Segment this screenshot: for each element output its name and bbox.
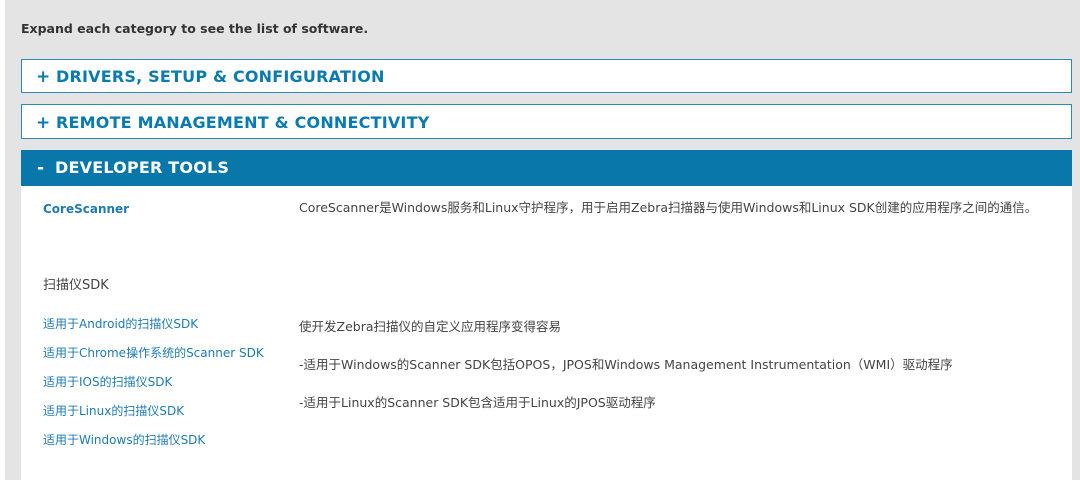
sdk-description: 使开发Zebra扫描仪的自定义应用程序变得容易	[299, 319, 561, 334]
accordion-title: DRIVERS, SETUP & CONFIGURATION	[56, 67, 385, 86]
accordion-remote-management-connectivity[interactable]: + REMOTE MANAGEMENT & CONNECTIVITY	[21, 104, 1072, 139]
corescanner-link[interactable]: CoreScanner	[43, 202, 129, 216]
expand-plus-icon: +	[36, 113, 51, 133]
expand-plus-icon: +	[36, 67, 51, 87]
sdk-link-windows[interactable]: 适用于Windows的扫描仪SDK	[43, 431, 205, 448]
accordion-developer-tools[interactable]: - DEVELOPER TOOLS	[21, 150, 1072, 186]
intro-text: Expand each category to see the list of …	[21, 21, 369, 36]
sdk-description-linux: -适用于Linux的Scanner SDK包含适用于Linux的JPOS驱动程序	[299, 395, 656, 410]
software-panel: Expand each category to see the list of …	[5, 0, 1080, 480]
accordion-title: DEVELOPER TOOLS	[55, 158, 230, 177]
sdk-link-linux[interactable]: 适用于Linux的扫描仪SDK	[43, 402, 184, 419]
accordion-title: REMOTE MANAGEMENT & CONNECTIVITY	[56, 113, 430, 132]
sdk-link-ios[interactable]: 适用于IOS的扫描仪SDK	[43, 373, 172, 390]
corescanner-description: CoreScanner是Windows服务和Linux守护程序，用于启用Zebr…	[299, 200, 1038, 215]
developer-tools-content: CoreScanner CoreScanner是Windows服务和Linux守…	[21, 186, 1072, 480]
collapse-minus-icon: -	[37, 158, 45, 178]
sdk-link-chrome-os[interactable]: 适用于Chrome操作系统的Scanner SDK	[43, 344, 264, 361]
accordion-drivers-setup-configuration[interactable]: + DRIVERS, SETUP & CONFIGURATION	[21, 59, 1072, 93]
scanner-sdk-heading: 扫描仪SDK	[43, 278, 109, 293]
sdk-description-windows: -适用于Windows的Scanner SDK包括OPOS，JPOS和Windo…	[299, 357, 953, 372]
sdk-link-android[interactable]: 适用于Android的扫描仪SDK	[43, 315, 198, 332]
